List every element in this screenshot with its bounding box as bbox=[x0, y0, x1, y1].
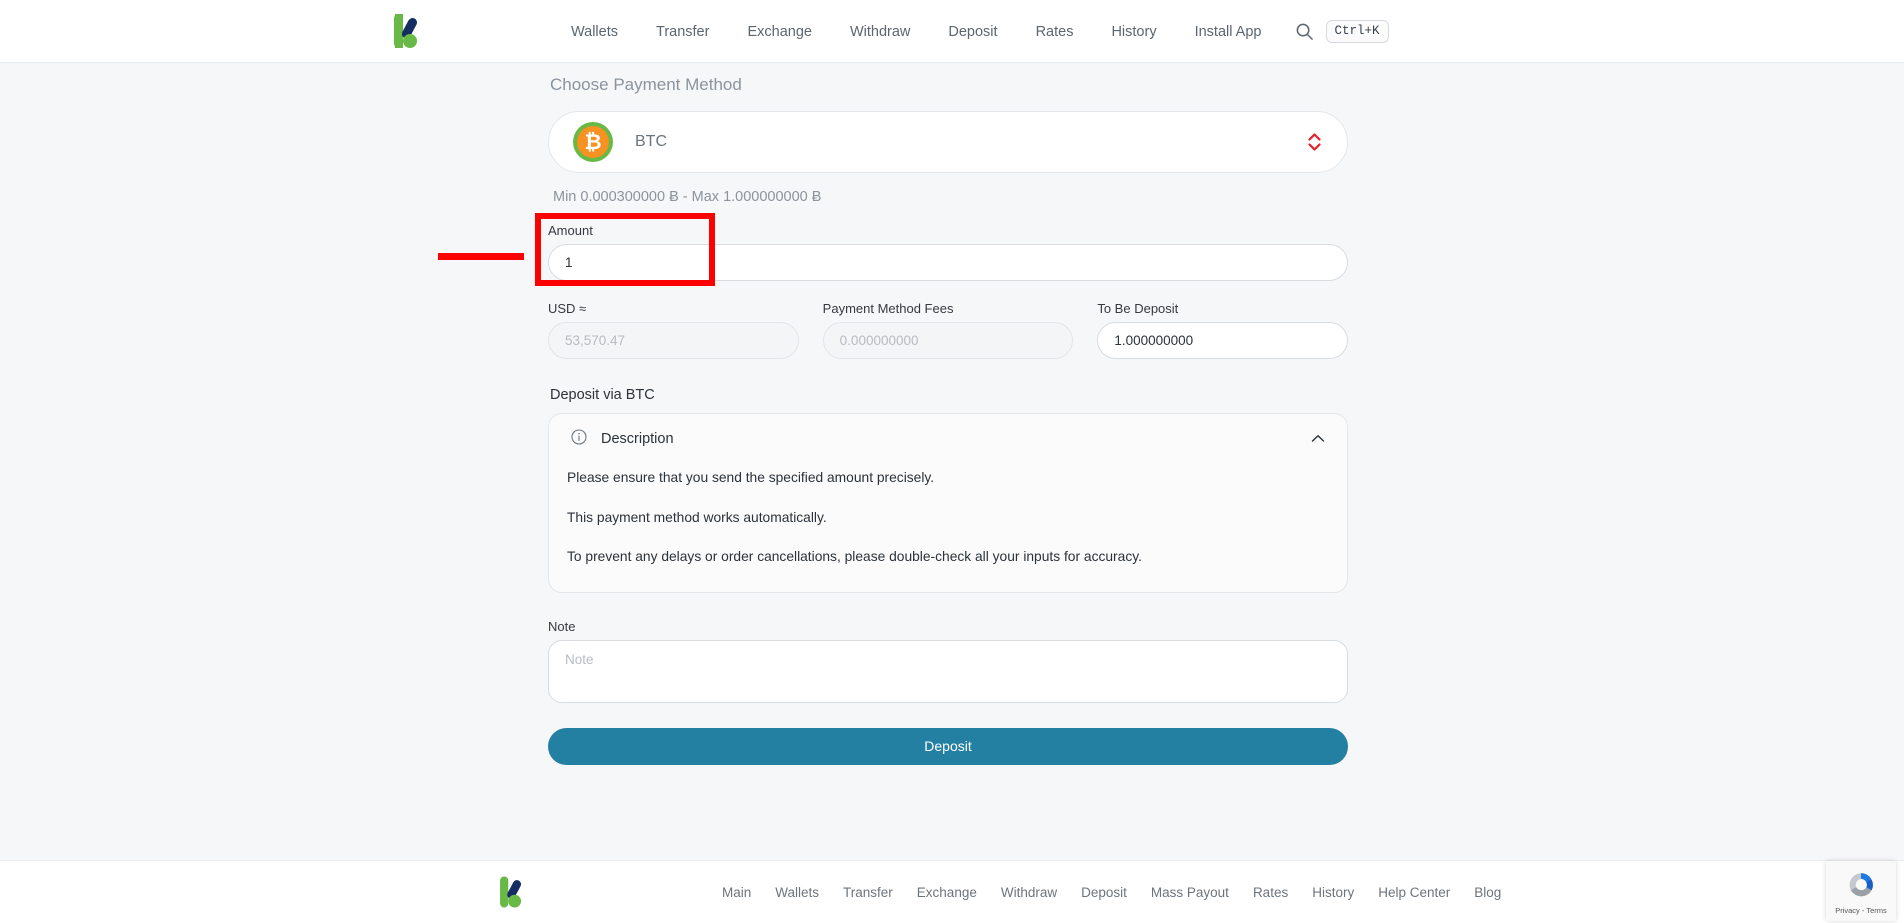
description-paragraph: To prevent any delays or order cancellat… bbox=[567, 549, 1142, 565]
page-footer: Main Wallets Transfer Exchange Withdraw … bbox=[0, 860, 1904, 923]
to-be-deposit-input[interactable] bbox=[1097, 322, 1349, 359]
page-body: Choose Payment Method ₿ BTC Min 0.000300… bbox=[0, 63, 1904, 860]
footer-brand-logo-icon bbox=[500, 876, 522, 908]
nav-item-history[interactable]: History bbox=[1092, 24, 1175, 40]
note-block: Note bbox=[548, 619, 1348, 708]
footer-link-wallets[interactable]: Wallets bbox=[763, 885, 831, 900]
footer-link-help-center[interactable]: Help Center bbox=[1366, 885, 1462, 900]
recaptcha-icon bbox=[1849, 872, 1873, 896]
footer-nav: Main Wallets Transfer Exchange Withdraw … bbox=[710, 861, 1513, 923]
nav-item-exchange[interactable]: Exchange bbox=[728, 24, 831, 40]
usd-label: USD ≈ bbox=[548, 301, 587, 316]
recaptcha-badge[interactable]: Privacy - Terms bbox=[1826, 861, 1896, 921]
footer-link-history[interactable]: History bbox=[1300, 885, 1366, 900]
payment-method-fees-input bbox=[822, 322, 1074, 359]
chevron-updown-icon bbox=[1308, 133, 1321, 151]
choose-payment-method-title: Choose Payment Method bbox=[550, 75, 742, 94]
top-header: Wallets Transfer Exchange Withdraw Depos… bbox=[0, 0, 1904, 63]
note-input[interactable] bbox=[548, 639, 1348, 703]
nav-item-install-app[interactable]: Install App bbox=[1176, 24, 1281, 40]
deposit-form: Choose Payment Method ₿ BTC Min 0.000300… bbox=[438, 75, 1349, 765]
btc-symbol: ₿ bbox=[577, 126, 609, 158]
payment-method-select[interactable]: ₿ BTC bbox=[548, 111, 1348, 173]
footer-brand-logo[interactable] bbox=[490, 869, 532, 915]
nav-item-transfer[interactable]: Transfer bbox=[637, 24, 728, 40]
chevron-up-icon[interactable] bbox=[1311, 430, 1325, 448]
footer-link-exchange[interactable]: Exchange bbox=[905, 885, 989, 900]
description-paragraph: Please ensure that you send the specifie… bbox=[567, 470, 935, 485]
primary-nav: Wallets Transfer Exchange Withdraw Depos… bbox=[552, 0, 1389, 63]
deposit-submit-button[interactable]: Deposit bbox=[548, 727, 1348, 765]
footer-link-withdraw[interactable]: Withdraw bbox=[989, 885, 1069, 900]
footer-link-blog[interactable]: Blog bbox=[1462, 885, 1513, 900]
deposit-via-title: Deposit via BTC bbox=[550, 387, 655, 403]
btc-coin-icon: ₿ bbox=[573, 122, 613, 162]
footer-link-mass-payout[interactable]: Mass Payout bbox=[1139, 885, 1241, 900]
description-title: Description bbox=[601, 431, 674, 447]
nav-item-deposit[interactable]: Deposit bbox=[929, 24, 1016, 40]
usd-input bbox=[548, 322, 799, 359]
search-icon[interactable] bbox=[1295, 22, 1314, 41]
info-circle-icon bbox=[571, 428, 587, 450]
brand-logo-icon bbox=[394, 14, 417, 48]
to-be-deposit-label: To Be Deposit bbox=[1097, 301, 1179, 316]
usd-field-group: USD ≈ bbox=[548, 301, 799, 359]
nav-item-withdraw[interactable]: Withdraw bbox=[831, 24, 929, 40]
amount-label: Amount bbox=[548, 223, 593, 238]
description-paragraph: This payment method works automatically. bbox=[567, 509, 827, 525]
payment-method-fees-label: Payment Method Fees bbox=[822, 301, 954, 316]
amount-input[interactable] bbox=[548, 244, 1348, 281]
description-accordion-header[interactable]: Description bbox=[549, 414, 1347, 464]
footer-link-main[interactable]: Main bbox=[710, 885, 763, 900]
footer-link-transfer[interactable]: Transfer bbox=[831, 885, 905, 900]
to-be-deposit-field-group: To Be Deposit bbox=[1097, 301, 1349, 359]
amount-limits: Min 0.000300000 Ƀ - Max 1.000000000 Ƀ bbox=[553, 189, 822, 205]
footer-link-rates[interactable]: Rates bbox=[1241, 885, 1300, 900]
note-label: Note bbox=[548, 618, 576, 634]
calculated-fields-row: USD ≈ Payment Method Fees To Be Deposit bbox=[548, 301, 1349, 359]
annotation-pointer-line bbox=[438, 253, 524, 260]
nav-item-rates[interactable]: Rates bbox=[1017, 24, 1093, 40]
brand-logo[interactable] bbox=[383, 8, 429, 54]
description-accordion-body: Please ensure that you send the specifie… bbox=[549, 464, 1347, 592]
search-shortcut-badge[interactable]: Ctrl+K bbox=[1325, 19, 1389, 44]
footer-link-deposit[interactable]: Deposit bbox=[1069, 885, 1139, 900]
amount-block: Amount bbox=[438, 213, 1348, 286]
fees-field-group: Payment Method Fees bbox=[822, 301, 1074, 359]
payment-method-value: BTC bbox=[635, 133, 667, 150]
description-accordion: Description Please ensure that you send … bbox=[548, 413, 1348, 593]
recaptcha-text: Privacy - Terms bbox=[1835, 905, 1887, 915]
nav-item-wallets[interactable]: Wallets bbox=[552, 24, 637, 40]
